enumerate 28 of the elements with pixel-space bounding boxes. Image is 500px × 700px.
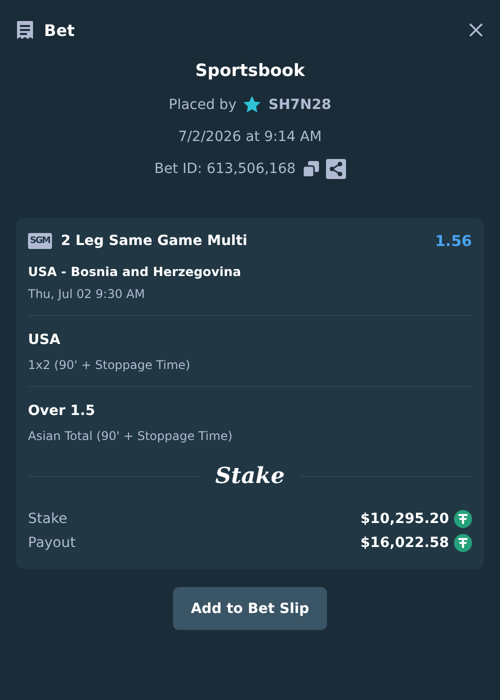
bet-date: 7/2/2026 at 9:14 AM — [178, 128, 322, 147]
coin-icon — [454, 534, 472, 552]
leg-market: 1x2 (90' + Stoppage Time) — [28, 358, 192, 372]
bet-id: Bet ID: 613,506,168 — [154, 161, 296, 177]
username[interactable]: SH7N28 — [268, 97, 332, 113]
star-icon — [242, 95, 262, 115]
amount-value: $10,295.20 — [360, 511, 449, 527]
leg-selection: Over 1.5 — [28, 403, 96, 419]
section-title: Sportsbook — [195, 61, 305, 81]
amount-value: $16,022.58 — [360, 535, 449, 551]
leg-selection: USA — [28, 332, 62, 348]
modal-title: Bet — [44, 20, 75, 40]
logo: Stake — [215, 463, 285, 489]
receipt-icon — [16, 20, 34, 40]
bet-type: 2 Leg Same Game Multi — [60, 233, 248, 249]
coin-icon — [454, 510, 472, 528]
amount-label: Stake — [28, 511, 68, 527]
event-name: USA - Bosnia and Herzegovina — [28, 264, 242, 279]
event-time: Thu, Jul 02 9:30 AM — [28, 287, 146, 301]
odds: 1.56 — [434, 232, 472, 250]
leg-market: Asian Total (90' + Stoppage Time) — [28, 429, 234, 443]
copy-icon[interactable] — [302, 160, 320, 178]
amount-label: Payout — [28, 535, 76, 551]
share-icon[interactable] — [326, 159, 346, 179]
close-icon[interactable] — [468, 22, 484, 38]
sgm-badge: SGM — [28, 233, 52, 249]
placed-by-label: Placed by — [168, 97, 236, 113]
add-to-bet-slip-button[interactable]: Add to Bet Slip — [172, 587, 328, 630]
